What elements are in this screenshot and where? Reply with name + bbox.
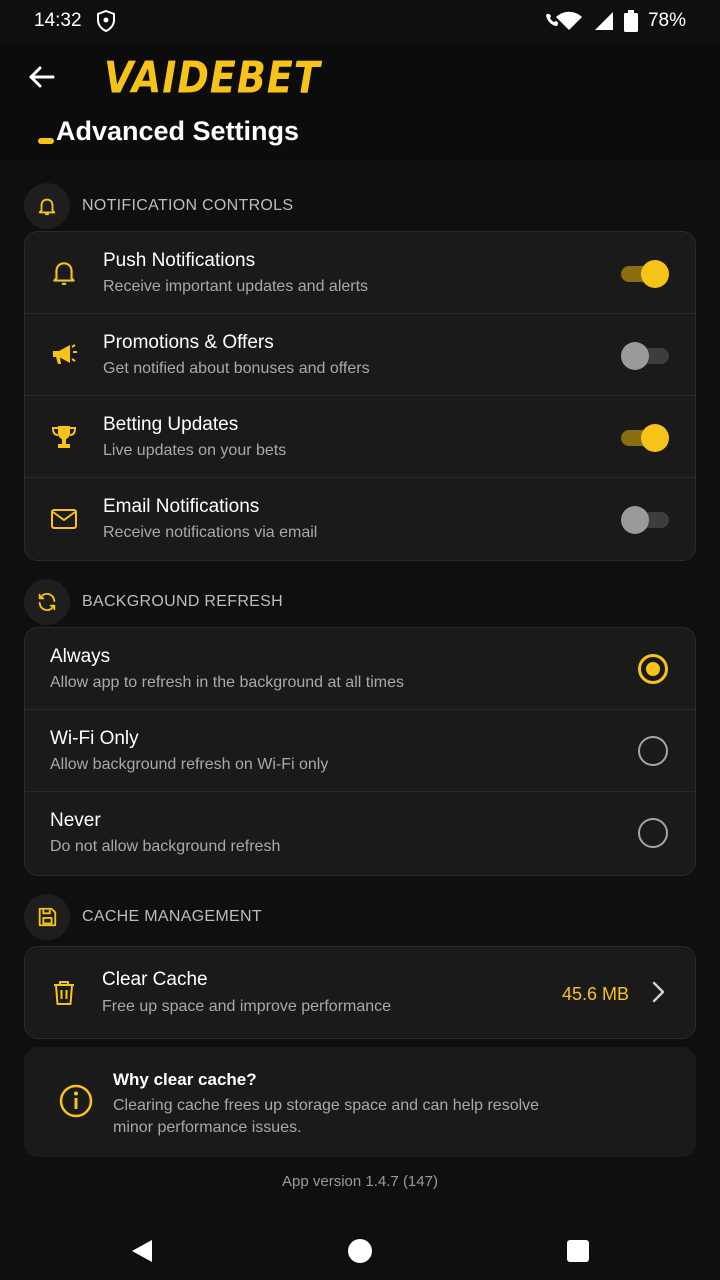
info-text: Clearing cache frees up storage space an… (113, 1097, 540, 1136)
battery-icon (623, 10, 638, 32)
row-title: Wi-Fi Only (50, 728, 139, 749)
system-nav-bar (0, 1220, 720, 1280)
row-title: Push Notifications (103, 250, 256, 271)
row-title: Betting Updates (103, 414, 239, 435)
refresh-icon (24, 579, 70, 625)
row-subtitle: Allow app to refresh in the background a… (50, 674, 404, 691)
signal-icon (592, 11, 614, 31)
refresh-option-never[interactable]: Never Do not allow background refresh (25, 792, 695, 874)
wifi-call-icon (544, 11, 582, 31)
chevron-right-icon (651, 981, 665, 1008)
notification-row-push: Push Notifications Receive important upd… (25, 232, 695, 314)
section-notification-controls: NOTIFICATION CONTROLS (24, 183, 293, 229)
betting-updates-toggle[interactable] (621, 424, 669, 452)
row-title: Never (50, 810, 101, 831)
brand-logo: VAIDEBET (104, 52, 321, 103)
refresh-card: Always Allow app to refresh in the backg… (24, 627, 696, 876)
refresh-option-wifi[interactable]: Wi-Fi Only Allow background refresh on W… (25, 710, 695, 792)
notification-card: Push Notifications Receive important upd… (24, 231, 696, 561)
nav-back-icon[interactable] (130, 1239, 154, 1268)
info-title: Why clear cache? (113, 1070, 257, 1089)
radio-always[interactable] (638, 654, 668, 684)
nav-recents-icon[interactable] (567, 1240, 589, 1262)
page-title: Advanced Settings (56, 116, 300, 146)
row-subtitle: Allow background refresh on Wi-Fi only (50, 756, 329, 773)
row-subtitle: Receive notifications via email (103, 524, 318, 541)
row-subtitle: Free up space and improve performance (102, 998, 392, 1015)
app-version: App version 1.4.7 (147) (282, 1173, 438, 1190)
clear-cache-button[interactable]: Clear Cache Free up space and improve pe… (25, 947, 695, 1038)
section-cache-management: CACHE MANAGEMENT (24, 894, 262, 940)
radio-wifi-only[interactable] (638, 736, 668, 766)
notification-row-promotions: Promotions & Offers Get notified about b… (25, 314, 695, 396)
status-bar: 14:32 78% (0, 0, 720, 42)
row-title: Email Notifications (103, 496, 260, 517)
notification-row-betting: Betting Updates Live updates on your bet… (25, 396, 695, 478)
save-icon (24, 894, 70, 940)
cache-info-card: Why clear cache? Clearing cache frees up… (24, 1047, 696, 1157)
promotions-toggle[interactable] (621, 342, 669, 370)
back-arrow-icon[interactable] (24, 60, 58, 94)
row-subtitle: Get notified about bonuses and offers (103, 360, 370, 377)
email-notifications-toggle[interactable] (621, 506, 669, 534)
trophy-icon (49, 422, 79, 452)
status-time: 14:32 (34, 10, 82, 31)
section-label: NOTIFICATION CONTROLS (82, 197, 294, 214)
section-label: CACHE MANAGEMENT (82, 908, 262, 925)
app-header: VAIDEBET Advanced Settings (0, 42, 720, 160)
refresh-option-always[interactable]: Always Allow app to refresh in the backg… (25, 628, 695, 710)
row-title: Promotions & Offers (103, 332, 274, 353)
shield-icon (96, 10, 116, 32)
battery-percent: 78% (647, 10, 686, 31)
trash-icon (49, 978, 79, 1008)
section-label: BACKGROUND REFRESH (82, 593, 283, 610)
row-subtitle: Receive important updates and alerts (103, 278, 369, 295)
cache-card: Clear Cache Free up space and improve pe… (24, 946, 696, 1039)
mail-icon (49, 504, 79, 534)
push-notifications-toggle[interactable] (621, 260, 669, 288)
title-accent (38, 138, 54, 144)
row-subtitle: Live updates on your bets (103, 442, 287, 459)
bell-icon (24, 183, 70, 229)
radio-never[interactable] (638, 818, 668, 848)
bell-icon (49, 258, 79, 288)
megaphone-icon (49, 340, 79, 370)
row-title: Always (50, 646, 111, 667)
cache-size: 45.6 MB (561, 984, 629, 1004)
info-icon (59, 1084, 93, 1123)
row-subtitle: Do not allow background refresh (50, 838, 281, 855)
nav-home-icon[interactable] (348, 1239, 372, 1263)
row-title: Clear Cache (102, 969, 208, 990)
notification-row-email: Email Notifications Receive notification… (25, 478, 695, 560)
section-background-refresh: BACKGROUND REFRESH (24, 579, 283, 625)
